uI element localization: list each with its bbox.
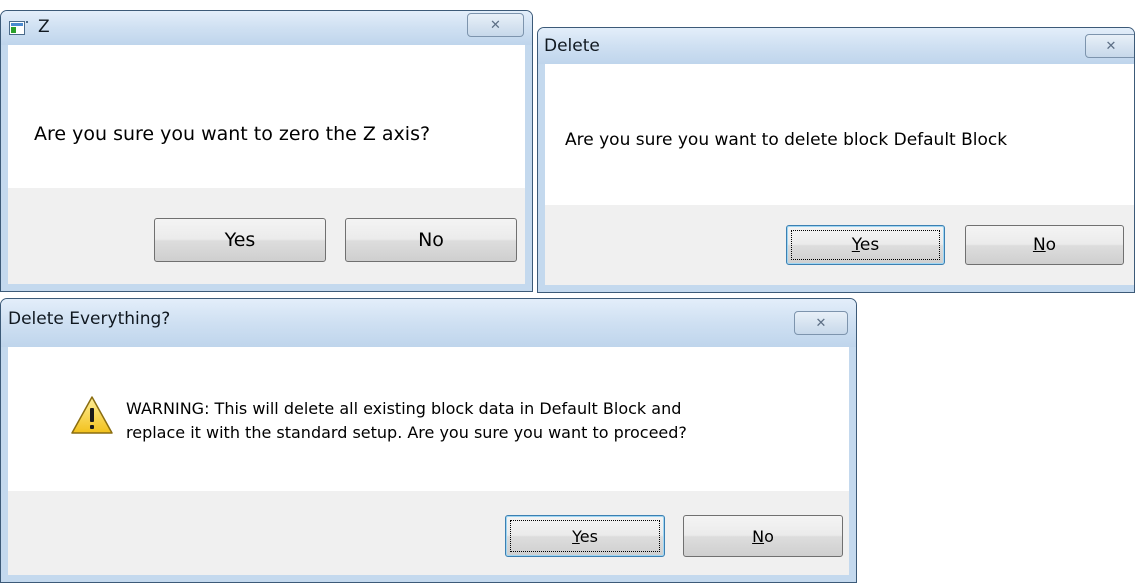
dialog-title: Delete	[544, 36, 600, 56]
focus-rectangle	[791, 230, 940, 260]
yes-button-label: Yes	[224, 229, 256, 251]
no-button-label: No	[1033, 235, 1056, 255]
zero-z-dialog: Z ✕ Are you sure you want to zero the Z …	[0, 10, 533, 292]
no-button-label: No	[752, 527, 774, 546]
close-button[interactable]: ✕	[1085, 34, 1134, 58]
delete-block-dialog: Delete ✕ Are you sure you want to delete…	[537, 27, 1135, 293]
dialog-message-line-1: WARNING: This will delete all existing b…	[126, 399, 682, 418]
no-label-rest: o	[1045, 235, 1057, 255]
no-button[interactable]: No	[683, 515, 843, 557]
yes-button[interactable]: Yes	[154, 218, 326, 262]
no-button-label: No	[418, 229, 444, 251]
delete-everything-titlebar[interactable]: Delete Everything? ✕	[1, 299, 856, 347]
dialog-message-line-2: replace it with the standard setup. Are …	[126, 423, 687, 442]
button-bar: Yes No	[8, 491, 849, 575]
yes-button[interactable]: Yes	[786, 225, 945, 265]
close-icon: ✕	[1105, 38, 1117, 54]
dialog-title: Delete Everything?	[8, 309, 171, 329]
dialog-message: Are you sure you want to zero the Z axis…	[34, 123, 431, 145]
close-icon: ✕	[490, 17, 501, 33]
delete-everything-client: WARNING: This will delete all existing b…	[8, 347, 849, 575]
zero-z-titlebar[interactable]: Z ✕	[1, 11, 532, 45]
delete-block-titlebar[interactable]: Delete ✕	[538, 28, 1134, 64]
dialog-title: Z	[38, 17, 50, 37]
app-icon[interactable]	[9, 20, 29, 36]
close-button[interactable]: ✕	[794, 311, 848, 335]
delete-everything-dialog: Delete Everything? ✕ WARNING: This will …	[0, 298, 857, 583]
no-label-rest: o	[764, 526, 774, 546]
no-mnemonic: N	[752, 526, 765, 546]
no-mnemonic: N	[1032, 235, 1046, 255]
zero-z-client: Are you sure you want to zero the Z axis…	[8, 45, 525, 284]
close-icon: ✕	[815, 315, 827, 331]
button-bar: Yes No	[545, 205, 1134, 285]
button-bar: Yes No	[8, 188, 525, 284]
no-button[interactable]: No	[965, 225, 1124, 265]
delete-block-client: Are you sure you want to delete block De…	[545, 64, 1134, 285]
no-button[interactable]: No	[345, 218, 517, 262]
focus-rectangle	[510, 520, 660, 552]
dialog-message: Are you sure you want to delete block De…	[565, 130, 1008, 150]
warning-icon	[70, 395, 114, 439]
close-button[interactable]: ✕	[467, 13, 524, 37]
yes-button[interactable]: Yes	[505, 515, 665, 557]
